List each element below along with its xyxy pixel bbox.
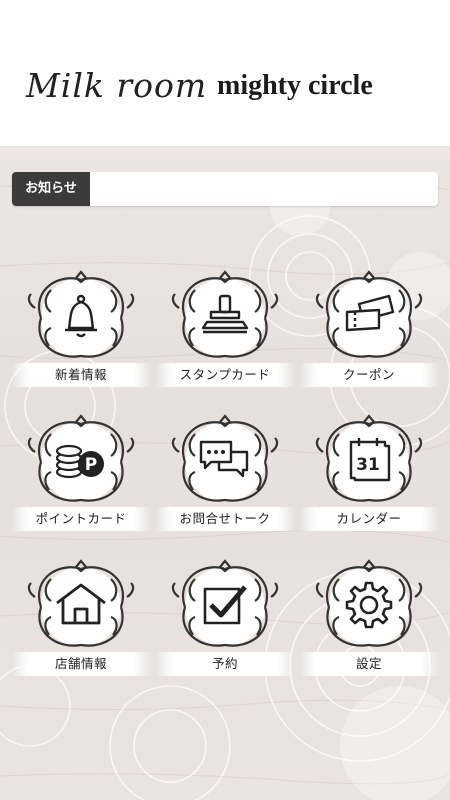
menu-item-news[interactable]: 新着情報 xyxy=(11,268,151,393)
calendar-day: 31 xyxy=(356,455,380,475)
menu-item-label: クーポン xyxy=(299,363,439,387)
gear-icon xyxy=(345,581,393,629)
app-header: Milk room mighty circle xyxy=(0,0,450,146)
mighty-circle-logo: mighty circle xyxy=(217,70,373,101)
menu-item-label: カレンダー xyxy=(299,507,439,531)
menu-item-coupon[interactable]: クーポン xyxy=(299,268,439,393)
menu-item-label: ポイントカード xyxy=(11,507,151,531)
point-coins-icon: P xyxy=(55,444,104,479)
menu-item-calendar[interactable]: 31 カレンダー xyxy=(299,412,439,537)
news-label: お知らせ xyxy=(12,172,90,206)
checkbox-icon xyxy=(203,585,247,625)
stamp-icon xyxy=(201,294,249,334)
menu-item-label: 予約 xyxy=(155,652,295,676)
menu-item-label: 設定 xyxy=(299,652,439,676)
menu-item-stamp-card[interactable]: スタンプカード xyxy=(155,268,295,393)
menu-item-label: 新着情報 xyxy=(11,363,151,387)
point-symbol: P xyxy=(85,455,97,475)
menu-item-contact-talk[interactable]: お問合せトーク xyxy=(155,412,295,537)
milk-room-logo: Milk room xyxy=(26,66,208,105)
menu-item-label: スタンプカード xyxy=(155,363,295,387)
menu-item-label: お問合せトーク xyxy=(155,507,295,531)
menu-item-store-info[interactable]: 店舗情報 xyxy=(11,557,151,682)
calendar-icon: 31 xyxy=(349,438,391,482)
menu-item-label: 店舗情報 xyxy=(11,652,151,676)
menu-item-point-card[interactable]: P ポイントカード xyxy=(11,412,151,537)
menu-item-settings[interactable]: 設定 xyxy=(299,557,439,682)
bell-icon xyxy=(65,294,97,338)
main-menu-area: お知らせ 新着情報 スタンプカード クーポン P ポイントカード お問合せトーク… xyxy=(0,146,450,800)
coupon-icon xyxy=(345,294,395,332)
chat-bubbles-icon xyxy=(199,440,249,478)
house-icon xyxy=(56,583,106,625)
menu-item-reservation[interactable]: 予約 xyxy=(155,557,295,682)
news-bar[interactable]: お知らせ xyxy=(12,172,438,206)
